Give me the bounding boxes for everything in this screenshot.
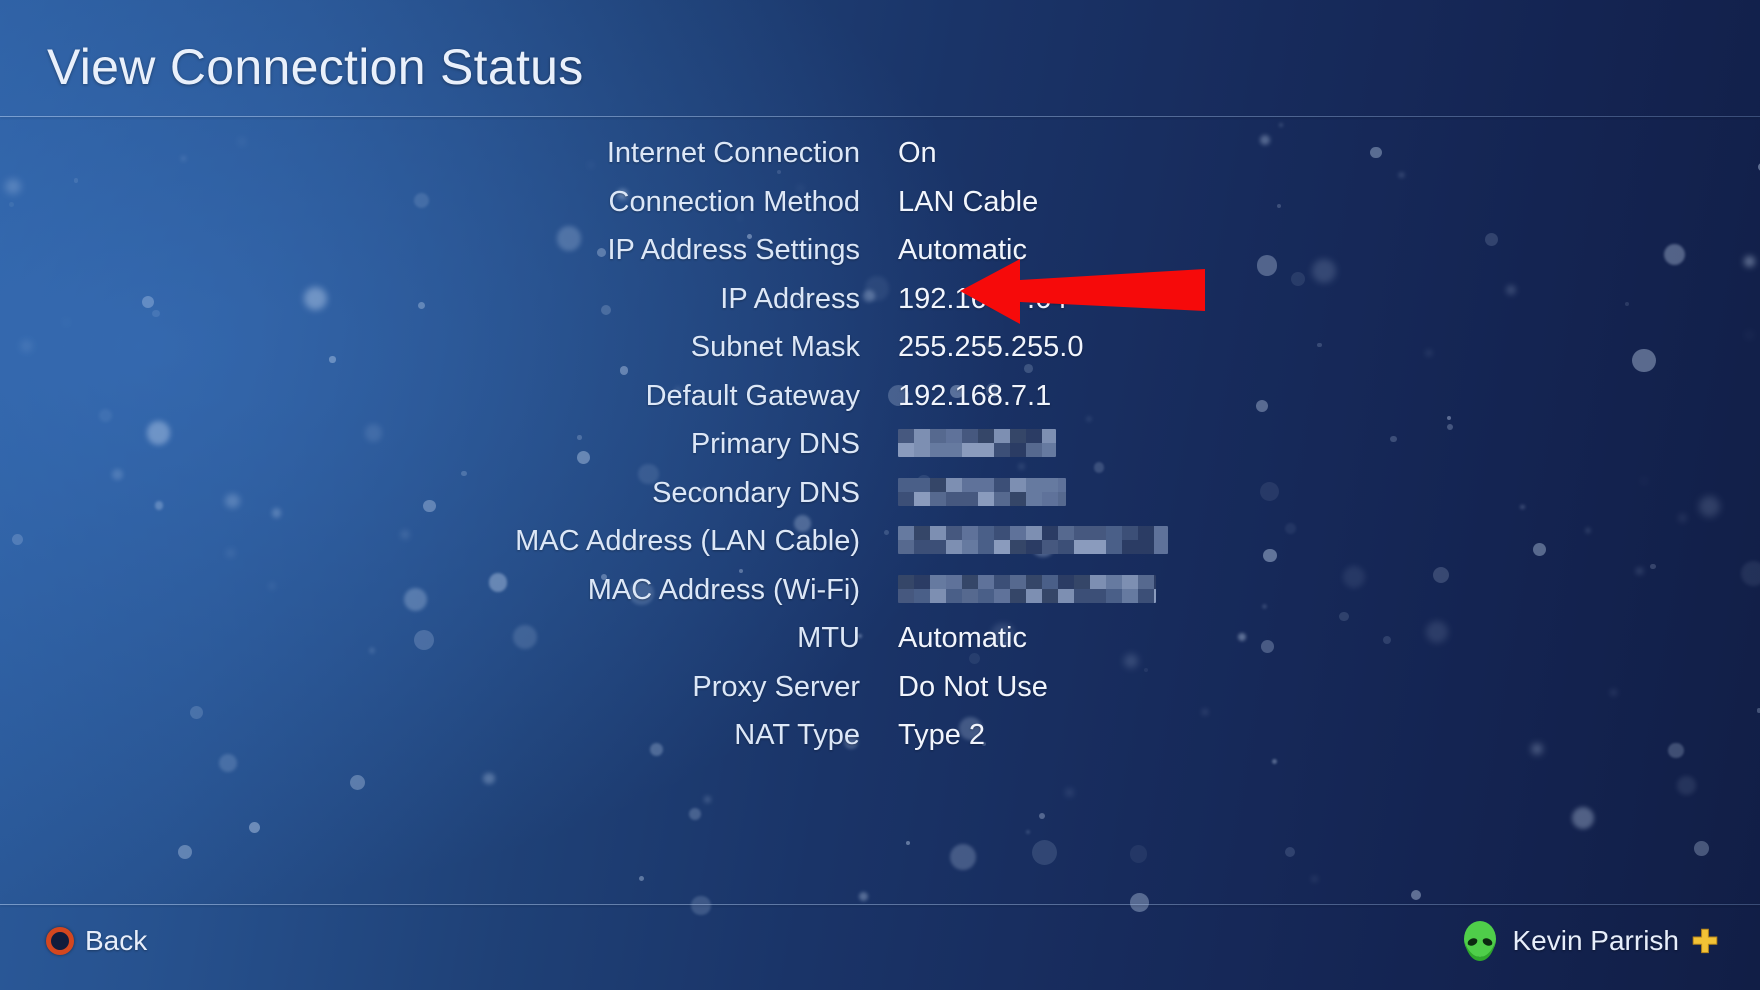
info-value: 192.168.7.64 <box>898 282 1068 315</box>
info-row: Primary DNS <box>0 424 1760 473</box>
info-row: Default Gateway 192.168.7.1 <box>0 376 1760 425</box>
info-row: MAC Address (Wi-Fi) <box>0 570 1760 619</box>
header: View Connection Status <box>0 0 1760 117</box>
info-row: MTU Automatic <box>0 618 1760 667</box>
info-label: IP Address Settings <box>607 234 860 266</box>
playstation-plus-icon <box>1692 928 1718 954</box>
info-row: IP Address Settings Automatic <box>0 230 1760 279</box>
info-label: Internet Connection <box>606 137 860 169</box>
info-row: MAC Address (LAN Cable) <box>0 521 1760 570</box>
back-button[interactable]: Back <box>46 919 147 963</box>
ps4-connection-status-screen: View Connection Status Internet Connecti… <box>0 0 1760 990</box>
connection-status-list: Internet Connection On Connection Method LA… <box>0 133 1760 764</box>
info-label: NAT Type <box>734 719 860 751</box>
info-value: Automatic <box>898 234 1027 266</box>
info-label: Connection Method <box>608 185 861 218</box>
header-divider <box>0 116 1760 117</box>
circle-button-icon <box>46 927 74 955</box>
info-row: Internet Connection On <box>0 133 1760 182</box>
info-value: Automatic <box>898 622 1027 654</box>
info-label: Primary DNS <box>690 428 860 460</box>
info-row: Proxy Server Do Not Use <box>0 667 1760 716</box>
info-row: Subnet Mask 255.255.255.0 <box>0 327 1760 376</box>
censored-value <box>898 574 1156 603</box>
info-value: 255.255.255.0 <box>898 331 1084 363</box>
censored-value <box>898 429 1056 457</box>
info-row: IP Address 192.168.7.64 <box>0 279 1760 328</box>
info-value: Type 2 <box>898 719 986 751</box>
info-label: MAC Address (LAN Cable) <box>515 525 860 557</box>
footer-bar: Back Kevin Parrish <box>0 905 1760 990</box>
info-label: Subnet Mask <box>690 331 860 363</box>
info-row: Secondary DNS <box>0 473 1760 522</box>
user-profile[interactable]: Kevin Parrish <box>1461 917 1718 965</box>
info-row: Connection Method LAN Cable <box>0 182 1760 231</box>
info-row: NAT Type Type 2 <box>0 715 1760 764</box>
info-label: Default Gateway <box>645 379 860 412</box>
info-label: MTU <box>797 622 860 654</box>
info-label: MAC Address (Wi-Fi) <box>587 573 860 606</box>
page-title: View Connection Status <box>47 39 584 95</box>
alien-head-avatar-icon <box>1464 921 1497 961</box>
info-label: Proxy Server <box>692 670 860 703</box>
info-value: On <box>898 137 937 169</box>
info-label: Secondary DNS <box>652 476 860 509</box>
info-value: Do Not Use <box>898 670 1048 703</box>
censored-value <box>898 477 1066 506</box>
censored-value <box>898 526 1168 554</box>
back-button-label: Back <box>85 925 148 956</box>
user-name-label: Kevin Parrish <box>1512 925 1679 956</box>
info-value: 192.168.7.1 <box>898 379 1052 412</box>
info-label: IP Address <box>720 282 860 315</box>
info-value: LAN Cable <box>898 185 1039 218</box>
